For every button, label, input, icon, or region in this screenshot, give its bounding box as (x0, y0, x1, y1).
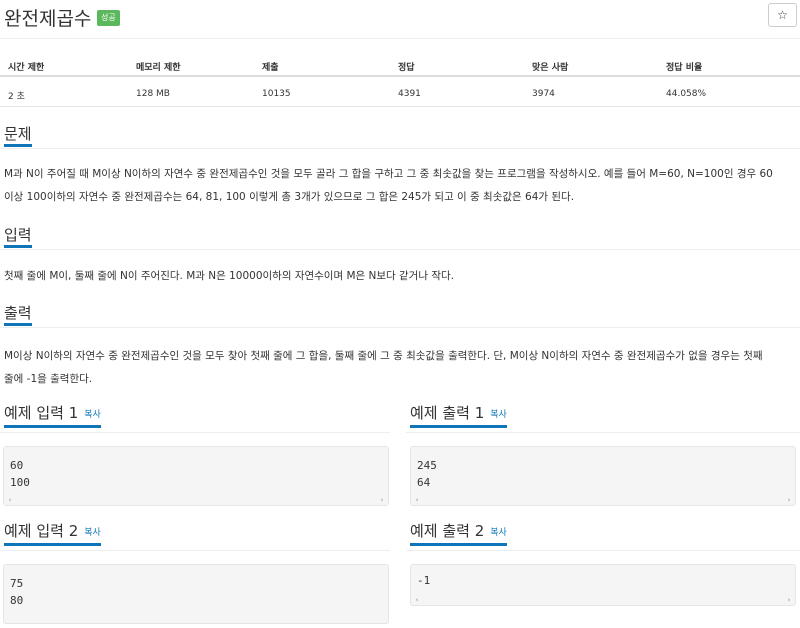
problem-section-header: 문제 (0, 121, 800, 149)
divider (406, 550, 800, 551)
horizontal-scrollbar[interactable]: ‹ › (411, 495, 795, 505)
sample-output-2-header: 예제 출력 2 복사 (410, 520, 796, 548)
scroll-left-icon[interactable]: ‹ (5, 495, 15, 505)
value-time-limit: 2 초 (8, 92, 25, 102)
scroll-right-icon[interactable]: › (784, 595, 794, 605)
value-memory-limit: 128 MB (136, 89, 170, 99)
scroll-right-icon[interactable]: › (377, 495, 387, 505)
value-ratio: 44.058% (666, 89, 707, 99)
copy-link[interactable]: 복사 (490, 528, 507, 538)
scroll-left-icon[interactable]: ‹ (412, 595, 422, 605)
sample-input-2-label: 예제 입력 2 (4, 522, 79, 540)
divider (0, 432, 390, 433)
sample-input-2-header: 예제 입력 2 복사 (4, 520, 390, 548)
sample-output-1-code: 245 64 (417, 459, 437, 489)
header-memory-limit: 메모리 제한 (136, 63, 181, 73)
problem-info-table: 시간 제한 메모리 제한 제출 정답 맞은 사람 정답 비율 2 초 128 M… (0, 54, 800, 107)
star-icon[interactable]: ☆ (768, 3, 797, 27)
sample-input-1-label: 예제 입력 1 (4, 404, 79, 422)
input-description: 첫째 줄에 M이, 둘째 줄에 N이 주어진다. M과 N은 10000이하의 … (4, 266, 796, 287)
output-description: M이상 N이하의 자연수 중 완전제곱수인 것을 모두 찾아 첫째 줄에 그 합… (4, 346, 796, 390)
problem-section-title: 문제 (4, 123, 32, 147)
copy-link[interactable]: 복사 (490, 410, 507, 420)
value-submissions: 10135 (262, 89, 291, 99)
value-accepted: 4391 (398, 89, 421, 99)
header-time-limit: 시간 제한 (8, 63, 45, 73)
problem-line-2: 이상 100이하의 자연수 중 완전제곱수는 64, 81, 100 이렇게 총… (4, 191, 575, 203)
scroll-left-icon[interactable]: ‹ (412, 495, 422, 505)
sample-output-2-box: -1 ‹ › (410, 564, 796, 606)
page-title: 완전제곱수 (4, 8, 92, 30)
scroll-right-icon[interactable]: › (784, 495, 794, 505)
output-line-1: M이상 N이하의 자연수 중 완전제곱수인 것을 모두 찾아 첫째 줄에 그 합… (4, 350, 763, 362)
status-badge: 성공 (97, 10, 120, 26)
table-row: 2 초 128 MB 10135 4391 3974 44.058% (0, 83, 800, 107)
output-line-2: 줄에 -1을 출력한다. (4, 373, 93, 385)
sample-output-1-box: 245 64 ‹ › (410, 446, 796, 506)
problem-description: M과 N이 주어질 때 M이상 N이하의 자연수 중 완전제곱수인 것을 모두 … (4, 164, 796, 208)
input-text: 첫째 줄에 M이, 둘째 줄에 N이 주어진다. M과 N은 10000이하의 … (4, 270, 455, 282)
divider (406, 432, 800, 433)
header-ratio: 정답 비율 (666, 63, 703, 73)
value-solvers: 3974 (532, 89, 555, 99)
divider (0, 550, 390, 551)
header-accepted: 정답 (398, 63, 415, 73)
sample-output-1-label: 예제 출력 1 (410, 404, 485, 422)
sample-input-1-code: 60 100 (10, 459, 30, 489)
problem-header: 완전제곱수 성공 ☆ (0, 0, 800, 36)
sample-input-2-box: 75 80 (3, 564, 389, 624)
sample-input-2-code: 75 80 (10, 577, 24, 607)
sample-output-1-header: 예제 출력 1 복사 (410, 402, 796, 430)
sample-output-2-title: 예제 출력 2 복사 (410, 520, 507, 546)
sample-output-2-label: 예제 출력 2 (410, 522, 485, 540)
copy-link[interactable]: 복사 (84, 410, 101, 420)
input-section-header: 입력 (0, 222, 800, 250)
output-section-title: 출력 (4, 302, 32, 326)
header-submissions: 제출 (262, 63, 279, 73)
sample-input-1-header: 예제 입력 1 복사 (4, 402, 390, 430)
horizontal-scrollbar[interactable]: ‹ › (4, 495, 388, 505)
horizontal-scrollbar[interactable]: ‹ › (411, 595, 795, 605)
input-section-title: 입력 (4, 224, 32, 248)
sample-output-2-code: -1 (417, 574, 431, 587)
sample-input-1-title: 예제 입력 1 복사 (4, 402, 101, 428)
sample-input-2-title: 예제 입력 2 복사 (4, 520, 101, 546)
problem-line-1: M과 N이 주어질 때 M이상 N이하의 자연수 중 완전제곱수인 것을 모두 … (4, 168, 773, 180)
sample-output-1-title: 예제 출력 1 복사 (410, 402, 507, 428)
output-section-header: 출력 (0, 300, 800, 328)
header-solvers: 맞은 사람 (532, 63, 569, 73)
sample-input-1-box: 60 100 ‹ › (3, 446, 389, 506)
table-header-row: 시간 제한 메모리 제한 제출 정답 맞은 사람 정답 비율 (0, 54, 800, 77)
copy-link[interactable]: 복사 (84, 528, 101, 538)
title-divider (0, 38, 800, 39)
